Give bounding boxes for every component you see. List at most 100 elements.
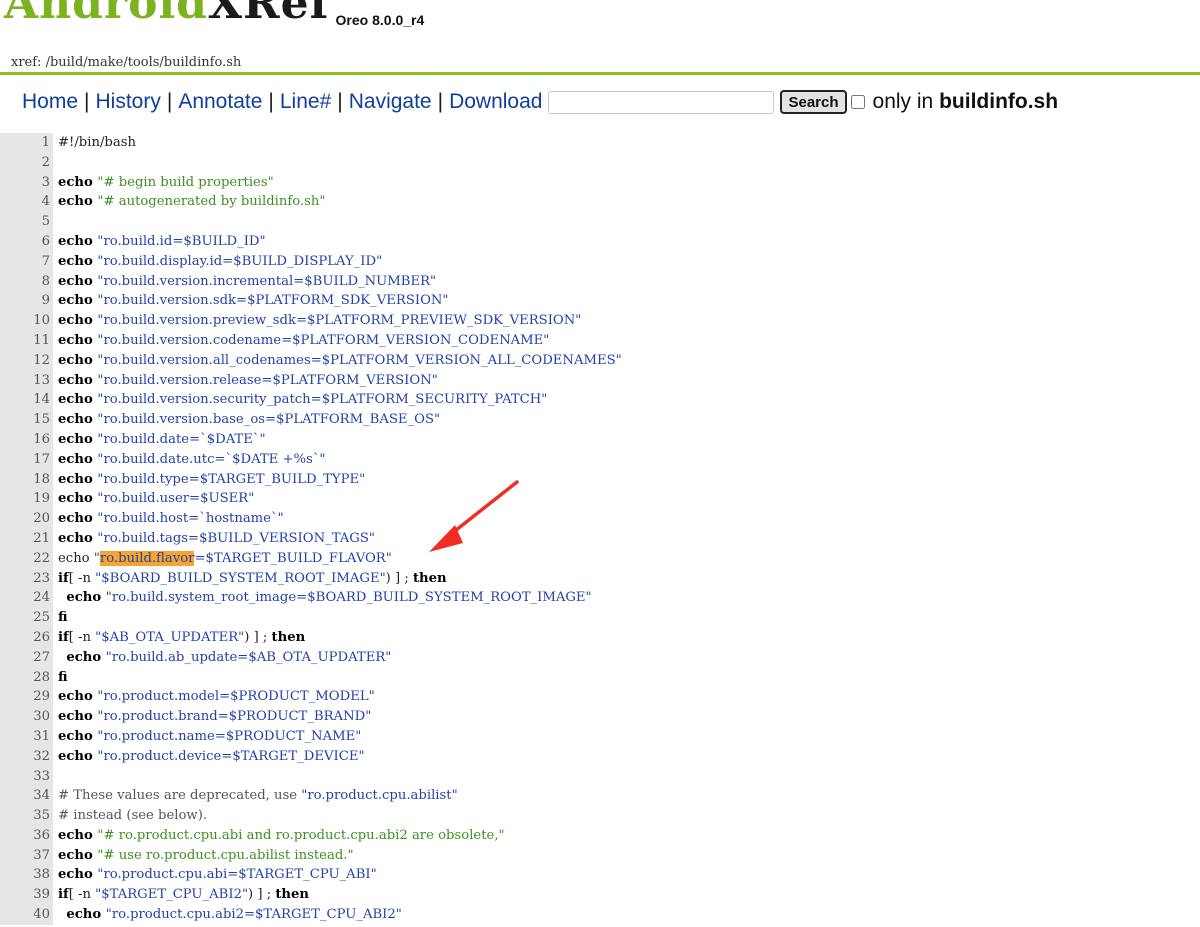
code-token: "ro.build.system_root_image=$BOARD_BUILD… xyxy=(105,590,592,606)
line-number[interactable]: 1 xyxy=(0,133,53,153)
code-token: ) ] ; xyxy=(248,887,276,903)
line-number[interactable]: 25 xyxy=(0,608,53,628)
code-token: echo xyxy=(66,590,106,606)
nav-annotate-link[interactable]: Annotate xyxy=(178,90,262,114)
line-number[interactable]: 9 xyxy=(0,291,53,312)
line-number[interactable]: 18 xyxy=(0,469,53,490)
code-token: echo xyxy=(58,392,98,408)
code-line: 33 xyxy=(0,766,1200,787)
line-number[interactable]: 31 xyxy=(0,726,53,747)
code-token: echo xyxy=(58,313,98,329)
line-number[interactable]: 20 xyxy=(0,509,53,529)
code-token: echo xyxy=(58,372,98,388)
nav-home-link[interactable]: Home xyxy=(22,90,78,114)
line-number[interactable]: 39 xyxy=(0,885,53,906)
line-number[interactable]: 5 xyxy=(0,212,53,232)
line-number[interactable]: 12 xyxy=(0,350,53,371)
line-number[interactable]: 28 xyxy=(0,667,53,688)
code-line: 6 echo "ro.build.id=$BUILD_ID" xyxy=(0,231,1200,252)
brand-header: AndroidXRef Oreo 8.0.0_r4 xyxy=(4,0,424,29)
line-number[interactable]: 16 xyxy=(0,429,53,450)
code-line: 9 echo "ro.build.version.sdk=$PLATFORM_SD… xyxy=(0,291,1200,312)
line-number[interactable]: 22 xyxy=(0,548,53,569)
line-number[interactable]: 33 xyxy=(0,766,53,787)
code-line: 15 echo "ro.build.version.base_os=$PLATFO… xyxy=(0,410,1200,430)
line-number[interactable]: 34 xyxy=(0,786,53,807)
code-line: 32 echo "ro.product.device=$TARGET_DEVICE… xyxy=(0,746,1200,767)
line-number[interactable]: 6 xyxy=(0,231,53,252)
line-number[interactable]: 2 xyxy=(0,152,53,173)
code-token: #!/bin/bash xyxy=(58,135,136,150)
line-number[interactable]: 19 xyxy=(0,489,53,510)
line-number[interactable]: 17 xyxy=(0,449,53,470)
line-number[interactable]: 27 xyxy=(0,647,53,668)
search-input[interactable] xyxy=(548,90,775,114)
code-token: [ -n xyxy=(68,629,96,645)
code-token: # instead (see below). xyxy=(58,808,208,824)
nav-history-link[interactable]: History xyxy=(96,90,161,114)
line-number[interactable]: 40 xyxy=(0,905,53,925)
line-source: if[ -n "$BOARD_BUILD_SYSTEM_ROOT_IMAGE")… xyxy=(53,569,447,589)
brand-logo[interactable]: AndroidXRef xyxy=(4,0,330,29)
line-source: if[ -n "$AB_OTA_UPDATER") ] ; then xyxy=(53,628,305,648)
line-number[interactable]: 13 xyxy=(0,370,53,391)
code-token: fi xyxy=(58,610,68,626)
line-number[interactable]: 24 xyxy=(0,588,53,609)
line-number[interactable]: 36 xyxy=(0,825,53,846)
breadcrumb-segment-make[interactable]: /make xyxy=(83,55,123,70)
code-token: echo xyxy=(58,273,98,289)
line-number[interactable]: 3 xyxy=(0,172,53,193)
line-number[interactable]: 23 xyxy=(0,568,53,589)
line-number[interactable]: 7 xyxy=(0,251,53,272)
line-number[interactable]: 38 xyxy=(0,865,53,886)
breadcrumb-segment-file[interactable]: /buildinfo.sh xyxy=(159,55,241,70)
code-line: 29 echo "ro.product.model=$PRODUCT_MODEL" xyxy=(0,687,1200,708)
line-source: echo "# use ro.product.cpu.abilist inste… xyxy=(53,846,354,866)
code-token: "ro.product.device=$TARGET_DEVICE" xyxy=(97,748,365,764)
breadcrumb-segment-build[interactable]: /build xyxy=(46,55,84,70)
line-number[interactable]: 26 xyxy=(0,627,53,648)
code-token: "$TARGET_CPU_ABI2" xyxy=(95,887,249,903)
line-source: echo "ro.build.version.base_os=$PLATFORM… xyxy=(53,410,440,430)
nav-bar: Home | History | Annotate | Line# | Navi… xyxy=(22,87,1058,117)
search-button[interactable]: Search xyxy=(780,90,847,114)
code-token: "ro.build.tags=$BUILD_VERSION_TAGS" xyxy=(97,530,375,546)
only-in-file-checkbox[interactable] xyxy=(850,95,865,109)
line-number[interactable]: 15 xyxy=(0,410,53,430)
code-token: "ro.build.version.codename=$PLATFORM_VER… xyxy=(97,332,550,348)
code-line: 39 if[ -n "$TARGET_CPU_ABI2") ] ; then xyxy=(0,885,1200,906)
nav-separator: | xyxy=(337,90,343,113)
line-number[interactable]: 29 xyxy=(0,687,53,708)
code-line: 19 echo "ro.build.user=$USER" xyxy=(0,489,1200,510)
code-token: "ro.build.user=$USER" xyxy=(97,491,255,507)
line-number[interactable]: 4 xyxy=(0,192,53,213)
line-number[interactable]: 32 xyxy=(0,746,53,767)
line-number[interactable]: 10 xyxy=(0,311,53,331)
line-number[interactable]: 35 xyxy=(0,806,53,826)
code-line: 13 echo "ro.build.version.release=$PLATFO… xyxy=(0,370,1200,391)
code-token: "ro.build.id=$BUILD_ID" xyxy=(97,233,266,249)
code-token: echo xyxy=(58,689,98,705)
code-token: echo xyxy=(58,293,98,309)
nav-line-numbers-link[interactable]: Line# xyxy=(280,90,331,114)
line-number[interactable]: 8 xyxy=(0,271,53,292)
code-token: echo xyxy=(58,412,98,428)
brand-title-suffix: XRef xyxy=(207,0,330,29)
code-line: 36 echo "# ro.product.cpu.abi and ro.prod… xyxy=(0,825,1200,846)
breadcrumb-segment-tools[interactable]: /tools xyxy=(123,55,159,70)
code-line: 34 # These values are deprecated, use "ro… xyxy=(0,786,1200,807)
line-number[interactable]: 30 xyxy=(0,707,53,727)
nav-navigate-link[interactable]: Navigate xyxy=(349,90,432,114)
nav-download-link[interactable]: Download xyxy=(449,90,542,114)
line-number[interactable]: 14 xyxy=(0,390,53,411)
line-number[interactable]: 21 xyxy=(0,528,53,549)
line-number[interactable]: 37 xyxy=(0,845,53,866)
line-source: echo "ro.build.date=`$DATE`" xyxy=(53,430,266,450)
code-line: 21 echo "ro.build.tags=$BUILD_VERSION_TAG… xyxy=(0,528,1200,549)
brand-title-prefix: Android xyxy=(4,0,208,29)
code-token: echo xyxy=(58,233,98,249)
code-line: 30 echo "ro.product.brand=$PRODUCT_BRAND" xyxy=(0,707,1200,727)
code-token: then xyxy=(275,887,310,903)
code-token: "ro.build.version.sdk=$PLATFORM_SDK_VERS… xyxy=(97,293,449,309)
line-number[interactable]: 11 xyxy=(0,330,53,351)
